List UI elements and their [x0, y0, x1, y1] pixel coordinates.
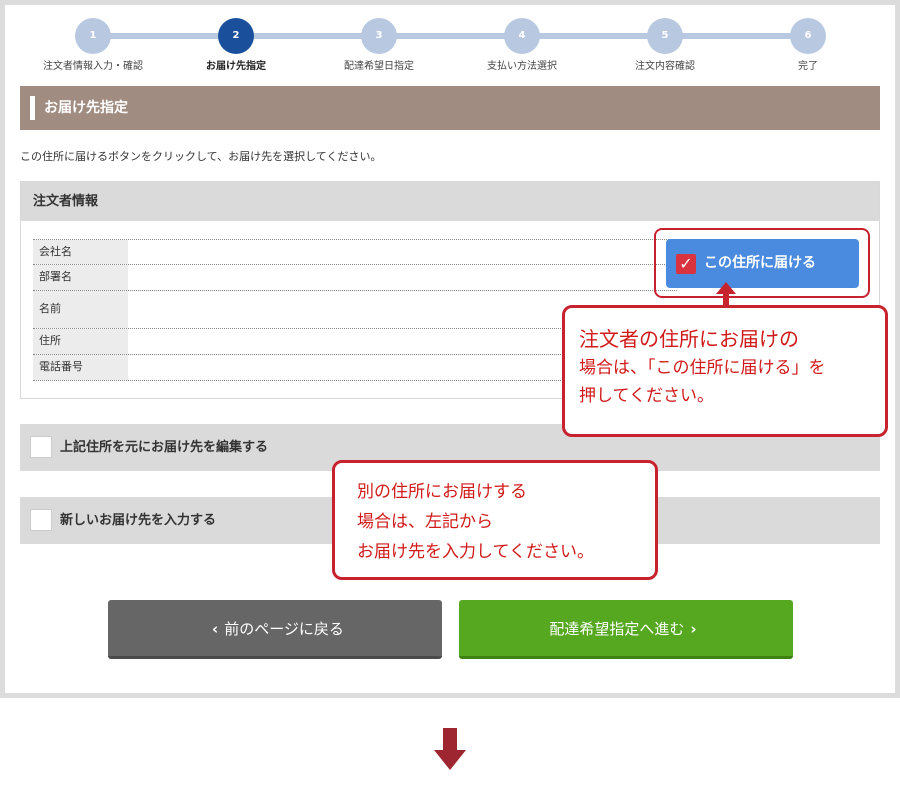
section-header-accent [30, 96, 35, 120]
info-label: 会社名 [33, 240, 128, 264]
orderer-info-title: 注文者情報 [21, 182, 879, 221]
info-value [128, 265, 677, 290]
instruction-text: この住所に届けるボタンをクリックして、お届け先を選択してください。 [20, 150, 382, 163]
info-value [128, 240, 677, 264]
new-address-checkbox[interactable] [30, 509, 52, 531]
step-number: 1 [75, 18, 111, 54]
callout-line: お届け先を入力してください。 [357, 542, 594, 562]
step-5: 5 注文内容確認 [595, 14, 735, 72]
deliver-to-this-address-button[interactable]: ✓ この住所に届ける [666, 239, 859, 288]
info-label: 住所 [33, 329, 128, 354]
deliver-button-label: この住所に届ける [704, 255, 816, 271]
info-label: 名前 [33, 291, 128, 328]
checkmark-icon: ✓ [676, 254, 696, 274]
deliver-button-highlight: ✓ この住所に届ける [654, 228, 870, 298]
step-label: 注文内容確認 [635, 61, 695, 72]
edit-address-label: 上記住所を元にお届け先を編集する [60, 440, 269, 455]
step-label: お届け先指定 [206, 61, 266, 72]
info-label: 部署名 [33, 265, 128, 290]
arrow-down-icon [434, 728, 466, 770]
step-1: 1 注文者情報入力・確認 [23, 14, 163, 72]
callout-line: 場合は、「この住所に届ける」を [579, 358, 826, 378]
callout-deliver-to-orderer: 注文者の住所にお届けの 場合は、「この住所に届ける」を 押してください。 [562, 305, 888, 437]
chevron-right-icon: › [690, 620, 697, 638]
step-4: 4 支払い方法選択 [452, 14, 592, 72]
new-address-label: 新しいお届け先を入力する [60, 513, 217, 528]
progress-stepper: 1 注文者情報入力・確認 2 お届け先指定 3 配達希望日指定 4 支払い方法選… [20, 14, 880, 74]
step-label: 配達希望日指定 [344, 61, 414, 72]
step-6: 6 完了 [738, 14, 878, 72]
callout-line: 別の住所にお届けする [357, 482, 527, 502]
step-label: 支払い方法選択 [487, 61, 557, 72]
step-2: 2 お届け先指定 [166, 14, 306, 72]
section-title: お届け先指定 [44, 100, 128, 116]
info-row-department: 部署名 [33, 265, 677, 291]
step-3: 3 配達希望日指定 [309, 14, 449, 72]
step-label: 完了 [798, 61, 818, 72]
step-number: 3 [361, 18, 397, 54]
step-number: 6 [790, 18, 826, 54]
back-button[interactable]: ‹ 前のページに戻る [108, 600, 442, 659]
callout-line: 場合は、左記から [357, 512, 493, 532]
next-button[interactable]: 配達希望指定へ進む › [459, 600, 793, 659]
callout-line: 注文者の住所にお届けの [579, 327, 799, 351]
callout-other-address: 別の住所にお届けする 場合は、左記から お届け先を入力してください。 [332, 460, 658, 580]
next-button-label: 配達希望指定へ進む [549, 620, 685, 638]
section-header: お届け先指定 [20, 86, 880, 130]
step-label: 注文者情報入力・確認 [43, 61, 143, 72]
edit-address-checkbox[interactable] [30, 436, 52, 458]
step-number: 2 [218, 18, 254, 54]
chevron-left-icon: ‹ [212, 620, 219, 638]
info-row-company: 会社名 [33, 239, 677, 265]
step-number: 5 [647, 18, 683, 54]
info-label: 電話番号 [33, 355, 128, 380]
step-number: 4 [504, 18, 540, 54]
callout-line: 押してください。 [579, 386, 714, 406]
back-button-label: 前のページに戻る [224, 620, 344, 638]
